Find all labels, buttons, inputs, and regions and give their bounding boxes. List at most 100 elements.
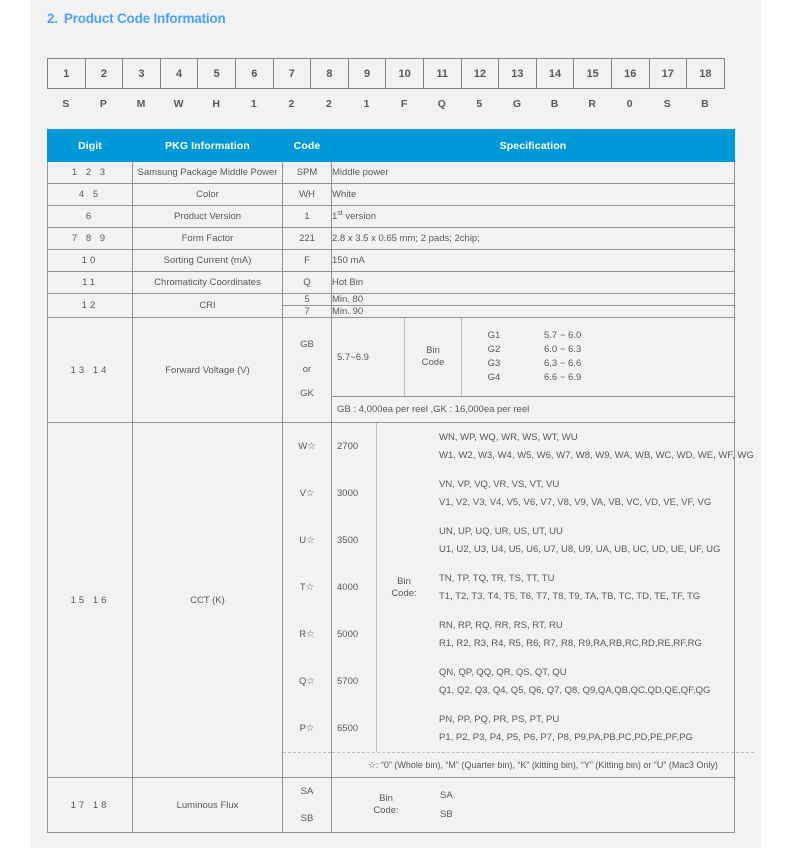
cct-kelvin-value: 5000 — [337, 629, 359, 640]
cct-code: V☆ — [299, 488, 315, 499]
digit-letter-cell-12: 5 — [476, 98, 483, 110]
cct-detail-column: 2700 3000 3500 4000 5000 5700 6500 Bin Code: WN, … — [332, 423, 754, 777]
table-row: 6 Product Version 1 1st version — [47, 205, 735, 228]
cct-bin-line-secondary: U1, U2, U3, U4, U5, U6, U7, U8, U9, UA, … — [439, 543, 721, 555]
cell-specification: Middle power — [331, 161, 735, 184]
cct-kelvin-value: 3500 — [337, 535, 359, 546]
cct-block: W☆ V☆ U☆ T☆ R☆ Q☆ P☆ 2700 3000 3500 4000 5000 5700 65… — [283, 423, 754, 777]
digit-position-cell-10: 10 — [385, 58, 424, 89]
digit-position-cell-8: 8 — [310, 58, 349, 89]
bin-code-label-line1: Bin — [426, 345, 440, 357]
digit-position-cell-5: 5 — [197, 58, 236, 89]
cell-digit: 10 — [47, 249, 133, 272]
cct-footnote: ☆: “0” (Whole bin), “M” (Quarter bin), “… — [332, 752, 754, 777]
table-row: 13 14 Forward Voltage (V) GB or GK 5.7~6.9 Bin… — [47, 317, 735, 423]
cct-code: Q☆ — [299, 676, 315, 687]
cct-rows: 2700 3000 3500 4000 5000 5700 6500 Bin Code: WN, … — [332, 423, 754, 752]
bin-code-label: Bin Code: — [377, 423, 431, 752]
cell-specification: Min. 90 — [331, 305, 735, 318]
digit-position-cell-1: 1 — [47, 58, 86, 89]
cell-code: WH — [282, 183, 332, 206]
table-row: 12 CRI 5 Min. 80 — [47, 293, 735, 318]
table-row: 15 16 CCT (K) W☆ V☆ U☆ T☆ R☆ Q☆ P☆ 2700 3000 3500 40… — [47, 422, 754, 778]
digit-letter-cell-17: S — [663, 98, 671, 110]
bin-value: 6.3 ~ 6.6 — [544, 358, 582, 369]
cct-bin-line-primary: PN, PP, PQ, PR, PS, PT, PU — [439, 713, 560, 725]
digit-position-row: 1 2 3 4 5 6 7 8 9 10 11 12 13 14 15 16 17 18 — [47, 58, 725, 89]
cct-bin-line-secondary: V1, V2, V3, V4, V5, V6, V7, V8, V9, VA, … — [439, 496, 712, 508]
digit-position-table: 1 2 3 4 5 6 7 8 9 10 11 12 13 14 15 16 17 18 — [47, 58, 725, 89]
forward-voltage-code-line: GK — [300, 388, 314, 400]
cell-pkg-information: Luminous Flux — [132, 777, 283, 833]
digit-position-cell-16: 16 — [610, 58, 650, 89]
cell-digit: 6 — [47, 205, 133, 228]
page-title: 2. Product Code Information — [47, 11, 226, 26]
digit-letter-cell-9: 1 — [363, 98, 370, 110]
digit-letter-table: S P M W H 1 2 2 1 F Q 5 G B R 0 S B — [47, 93, 724, 115]
bin-code-label-line2: Code: — [373, 805, 399, 816]
cct-bin-line-primary: QN, QP, QQ, QR, QS, QT, QU — [439, 666, 567, 678]
cct-code: U☆ — [299, 535, 315, 546]
digit-position-cell-12: 12 — [460, 58, 500, 89]
digit-position-cell-15: 15 — [573, 58, 612, 89]
bin-code: G3 — [487, 358, 501, 369]
table-header-row: Digit PKG Information Code Specification — [47, 129, 735, 162]
cell-pkg-information: Product Version — [132, 205, 283, 228]
cell-digit: 13 14 — [47, 317, 133, 423]
cell-pkg-information: Forward Voltage (V) — [132, 317, 283, 423]
cell-luminous-flux-block: SA SB Bin Code: SA SB — [282, 777, 735, 833]
digit-position-cell-13: 13 — [498, 58, 537, 89]
cell-digit: 7 8 9 — [47, 227, 133, 250]
digit-position-cell-9: 9 — [347, 58, 387, 89]
cct-kelvin-value: 2700 — [337, 441, 359, 452]
cct-bin-line-secondary: P1, P2, P3, P4, P5, P6, P7, P8, P9,PA,PB… — [439, 731, 693, 743]
cct-bin-line-secondary: W1, W2, W3, W4, W5, W6, W7, W8, W9, WA, … — [439, 449, 754, 461]
cell-code: 5 — [282, 293, 332, 306]
luminous-flux-code: SA — [300, 786, 314, 797]
digit-letter-cell-15: R — [588, 98, 596, 110]
cell-pkg-information: Sorting Current (mA) — [132, 249, 283, 272]
digit-letter-cell-4: W — [173, 98, 184, 110]
section-number: 2. — [47, 11, 58, 26]
forward-voltage-block: 5.7~6.9 Bin Code G1 G2 G3 G4 5.7 ~ 6.0 6.0 ~ 6.3… — [332, 318, 734, 422]
luminous-flux-detail: Bin Code: SA SB — [332, 778, 734, 832]
cct-bin-lists: WN, WP, WQ, WR, WS, WT, WU W1, W2, W3, W4… — [431, 423, 754, 752]
cct-bin-pair: QN, QP, QQ, QR, QS, QT, QU Q1, Q2, Q3, Q4… — [439, 658, 754, 705]
ordinal-suffix: st — [337, 210, 343, 218]
bin-code-label: Bin Code — [404, 318, 462, 396]
forward-voltage-bin-values: 5.7 ~ 6.0 6.0 ~ 6.3 6.3 ~ 6.6 6.6 ~ 6.9 — [520, 329, 734, 384]
digit-position-cell-3: 3 — [122, 58, 161, 89]
page-root: 2. Product Code Information 1 2 3 4 5 6 7 8 9 10 11… — [0, 0, 789, 860]
cell-digit: 11 — [47, 271, 133, 294]
bin-code-label-line1: Bin — [397, 575, 411, 587]
forward-voltage-code-line: GB — [300, 338, 314, 350]
digit-position-cell-11: 11 — [422, 58, 462, 89]
bin-value: 6.6 ~ 6.9 — [544, 371, 582, 383]
cct-bin-line-primary: VN, VP, VQ, VR, VS, VT, VU — [439, 478, 560, 490]
cct-bin-line-primary: WN, WP, WQ, WR, WS, WT, WU — [439, 431, 578, 443]
cell-pkg-information: CCT (K) — [132, 422, 283, 778]
bin-code-label-line2: Code — [421, 357, 445, 368]
cct-bin-pair: PN, PP, PQ, PR, PS, PT, PU P1, P2, P3, P4… — [439, 705, 754, 752]
cell-code: GB or GK — [282, 317, 332, 423]
product-code-table: Digit PKG Information Code Specification… — [47, 129, 754, 833]
cell-code: F — [282, 249, 332, 272]
cct-kelvin-value: 3000 — [337, 488, 359, 499]
product-code-strip: 1 2 3 4 5 6 7 8 9 10 11 12 13 14 15 16 17 18 SPMWH1221FQ5… — [47, 58, 725, 115]
cct-bin-pair: VN, VP, VQ, VR, VS, VT, VU V1, V2, V3, V4… — [439, 470, 754, 517]
digit-letter-cell-18: B — [701, 98, 709, 110]
cell-specification: 5.7~6.9 Bin Code G1 G2 G3 G4 5.7 ~ 6.0 6.0 ~ 6.3… — [331, 317, 735, 423]
cell-specification: 1st version — [331, 205, 735, 228]
cct-bin-line-primary: UN, UP, UQ, UR, US, UT, UU — [439, 525, 563, 537]
bin-code-label: Bin Code: — [332, 793, 440, 817]
cct-kelvin-value: 6500 — [337, 723, 359, 734]
luminous-flux-block: SA SB Bin Code: SA SB — [283, 778, 734, 832]
table-row: 7 8 9 Form Factor 221 2.8 x 3.5 x 0.65 mm; … — [47, 227, 735, 250]
cct-kelvin-value: 5700 — [337, 676, 359, 687]
cell-specification: 2.8 x 3.5 x 0.65 mm; 2 pads; 2chip; — [331, 227, 735, 250]
cct-code-column: W☆ V☆ U☆ T☆ R☆ Q☆ P☆ — [283, 423, 332, 777]
cell-digit: 1 2 3 — [47, 161, 133, 184]
luminous-flux-values: SA SB — [440, 786, 453, 824]
cct-bin-pair: UN, UP, UQ, UR, US, UT, UU U1, U2, U3, U4… — [439, 517, 754, 564]
digit-letter-cell-8: 2 — [326, 98, 332, 110]
